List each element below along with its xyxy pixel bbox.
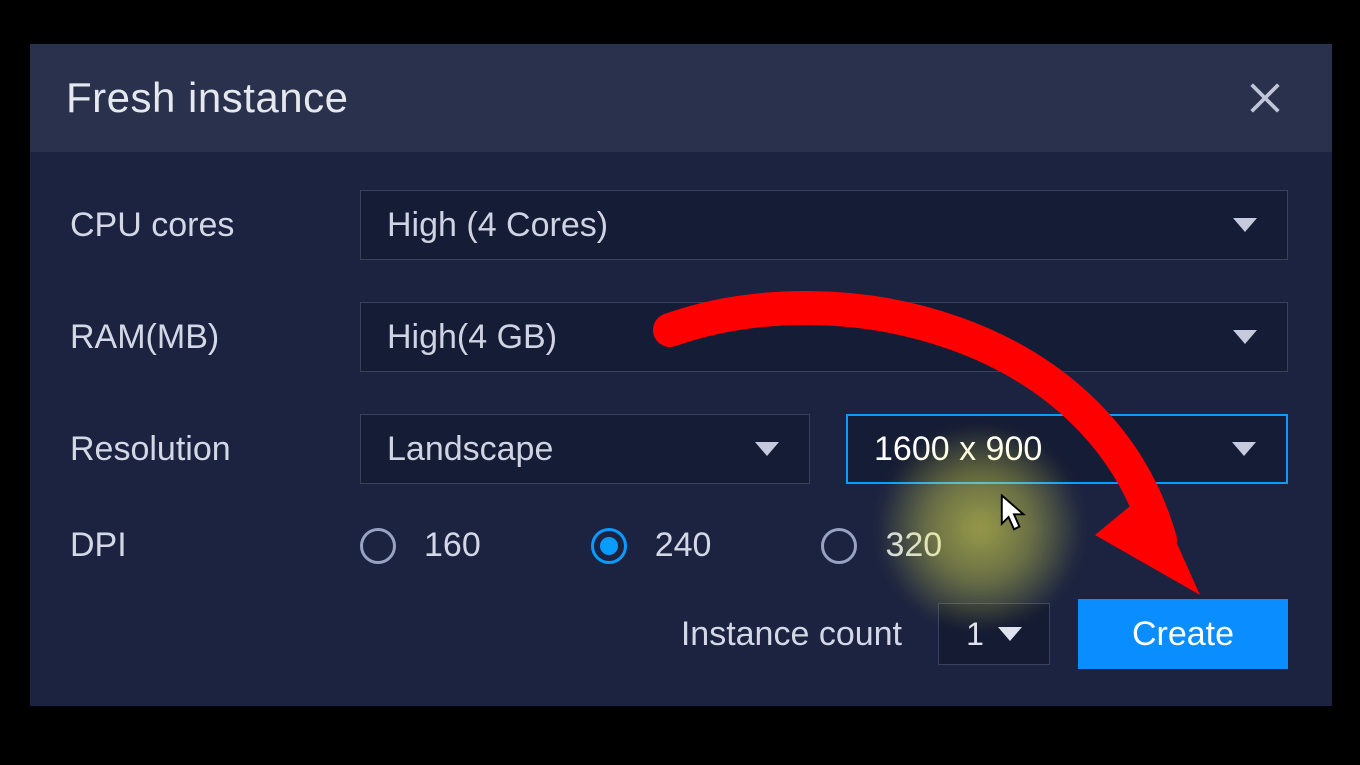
create-button[interactable]: Create [1078,599,1288,669]
ram-value: High(4 GB) [387,318,557,357]
create-button-label: Create [1132,615,1234,654]
radio-icon [591,528,627,564]
resolution-size-value: 1600 x 900 [874,430,1042,469]
orientation-select[interactable]: Landscape [360,414,810,484]
dpi-option-320[interactable]: 320 [821,526,942,565]
dpi-option-160[interactable]: 160 [360,526,481,565]
dpi-option-label: 240 [655,526,712,565]
chevron-down-icon [755,442,779,456]
orientation-value: Landscape [387,430,553,469]
chevron-down-icon [1232,442,1256,456]
row-dpi: DPI 160 240 320 [70,526,1288,565]
chevron-down-icon [1233,330,1257,344]
dpi-radio-group: 160 240 320 [360,526,1288,565]
chevron-down-icon [1233,218,1257,232]
close-button[interactable] [1242,75,1288,121]
instance-count-select[interactable]: 1 [938,603,1050,665]
resolution-label: Resolution [70,430,360,469]
row-ram: RAM(MB) High(4 GB) [70,302,1288,372]
instance-count-value: 1 [966,616,984,653]
dpi-option-label: 320 [885,526,942,565]
close-icon [1245,78,1285,118]
fresh-instance-dialog: Fresh instance CPU cores High (4 Cores) … [30,44,1332,706]
ram-label: RAM(MB) [70,318,360,357]
dpi-option-240[interactable]: 240 [591,526,712,565]
radio-icon [821,528,857,564]
dialog-titlebar: Fresh instance [30,44,1332,152]
dpi-label: DPI [70,526,360,565]
dialog-title: Fresh instance [66,74,348,122]
cpu-cores-select[interactable]: High (4 Cores) [360,190,1288,260]
chevron-down-icon [998,627,1022,641]
row-cpu-cores: CPU cores High (4 Cores) [70,190,1288,260]
cpu-cores-value: High (4 Cores) [387,206,608,245]
dialog-footer: Instance count 1 Create [30,599,1332,669]
radio-icon [360,528,396,564]
cpu-cores-label: CPU cores [70,206,360,245]
dialog-body: CPU cores High (4 Cores) RAM(MB) High(4 … [30,152,1332,565]
row-resolution: Resolution Landscape 1600 x 900 [70,414,1288,484]
ram-select[interactable]: High(4 GB) [360,302,1288,372]
instance-count-label: Instance count [681,615,902,654]
dpi-option-label: 160 [424,526,481,565]
resolution-size-select[interactable]: 1600 x 900 [846,414,1288,484]
